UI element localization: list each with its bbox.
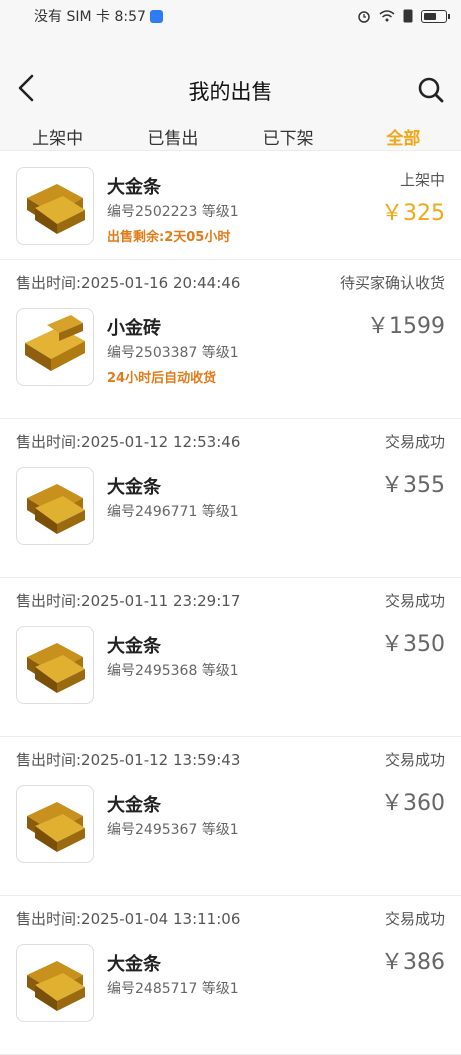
order-status: 交易成功 [384,751,445,769]
order-item[interactable]: 售出时间:2025-01-04 13:11:06 交易成功 大金条 编号2485… [0,896,461,1055]
price: ￥325 [381,201,445,226]
order-item[interactable]: 售出时间:2025-01-12 12:53:46 交易成功 大金条 编号2496… [0,419,461,578]
sold-time: 售出时间:2025-01-16 20:44:46 [16,274,241,292]
item-meta: 编号2496771 等级1 [107,504,239,520]
order-status: 交易成功 [384,910,445,928]
sold-time: 售出时间:2025-01-12 12:53:46 [16,433,241,451]
page-title: 我的出售 [188,80,273,104]
item-meta: 编号2495367 等级1 [107,822,239,838]
item-name: 小金砖 [107,318,161,339]
item-meta: 编号2485717 等级1 [107,981,239,997]
order-body: 大金条 编号2502223 等级1 出售剩余:2天05小时 上架中 ￥325 [0,151,461,259]
order-item[interactable]: 大金条 编号2502223 等级1 出售剩余:2天05小时 上架中 ￥325 [0,151,461,260]
item-meta: 编号2503387 等级1 [107,345,239,361]
status-bar: 没有 SIM 卡 8:57 [0,0,461,32]
order-item[interactable]: 售出时间:2025-01-16 20:44:46 待买家确认收货 小金砖 编号2… [0,260,461,419]
order-status: 交易成功 [384,433,445,451]
battery-icon [421,9,450,23]
price: ￥350 [381,632,445,657]
notification-app-icon [149,9,163,23]
gold-bar-image [16,785,94,863]
gold-bar-image [16,167,94,245]
sold-time: 售出时间:2025-01-11 23:29:17 [16,592,241,610]
item-name: 大金条 [107,477,161,498]
gold-bar-image [16,626,94,704]
sim-icon [403,9,413,23]
carrier-time: 没有 SIM 卡 8:57 [34,9,146,25]
item-meta: 编号2495368 等级1 [107,663,239,679]
auto-receive-note: 24小时后自动收货 [107,371,217,386]
price: ￥360 [381,791,445,816]
item-name: 大金条 [107,954,161,975]
order-body: 大金条 编号2485717 等级1 ￥386 [0,944,461,1054]
order-list: 大金条 编号2502223 等级1 出售剩余:2天05小时 上架中 ￥325 售… [0,150,461,1055]
order-body: 大金条 编号2496771 等级1 ￥355 [0,467,461,577]
order-head: 售出时间:2025-01-12 12:53:46 交易成功 [0,419,461,453]
price: ￥1599 [367,314,445,339]
order-head: 售出时间:2025-01-12 13:59:43 交易成功 [0,737,461,771]
tab-bar: 上架中 已售出 已下架 全部 [0,124,461,152]
order-status: 上架中 [399,171,445,189]
gold-bar-image [16,467,94,545]
order-item[interactable]: 售出时间:2025-01-12 13:59:43 交易成功 大金条 编号2495… [0,737,461,896]
price: ￥386 [381,950,445,975]
search-icon[interactable] [417,76,445,104]
price: ￥355 [381,473,445,498]
item-name: 大金条 [107,177,161,198]
order-body: 大金条 编号2495367 等级1 ￥360 [0,785,461,895]
status-left: 没有 SIM 卡 8:57 [34,6,163,26]
order-body: 大金条 编号2495368 等级1 ￥350 [0,626,461,736]
order-item[interactable]: 售出时间:2025-01-11 23:29:17 交易成功 大金条 编号2495… [0,578,461,737]
sold-time: 售出时间:2025-01-04 13:11:06 [16,910,241,928]
tab-sold[interactable]: 已售出 [115,124,230,152]
item-name: 大金条 [107,636,161,657]
alarm-icon [358,11,370,23]
gold-brick-image [16,308,94,386]
item-name: 大金条 [107,795,161,816]
order-status: 待买家确认收货 [339,274,445,292]
tab-all[interactable]: 全部 [346,124,461,152]
wifi-icon [379,10,395,22]
sale-remaining: 出售剩余:2天05小时 [107,230,231,245]
tab-delisted[interactable]: 已下架 [231,124,346,152]
order-head: 售出时间:2025-01-04 13:11:06 交易成功 [0,896,461,930]
order-head: 售出时间:2025-01-16 20:44:46 待买家确认收货 [0,260,461,294]
gold-bar-image [16,944,94,1022]
status-right [357,9,450,23]
sold-time: 售出时间:2025-01-12 13:59:43 [16,751,241,769]
tab-listed[interactable]: 上架中 [0,124,115,152]
order-body: 小金砖 编号2503387 等级1 24小时后自动收货 ￥1599 [0,308,461,418]
item-meta: 编号2502223 等级1 [107,204,239,220]
order-head: 售出时间:2025-01-11 23:29:17 交易成功 [0,578,461,612]
order-status: 交易成功 [384,592,445,610]
header: 我的出售 上架中 已售出 已下架 全部 [0,32,461,150]
